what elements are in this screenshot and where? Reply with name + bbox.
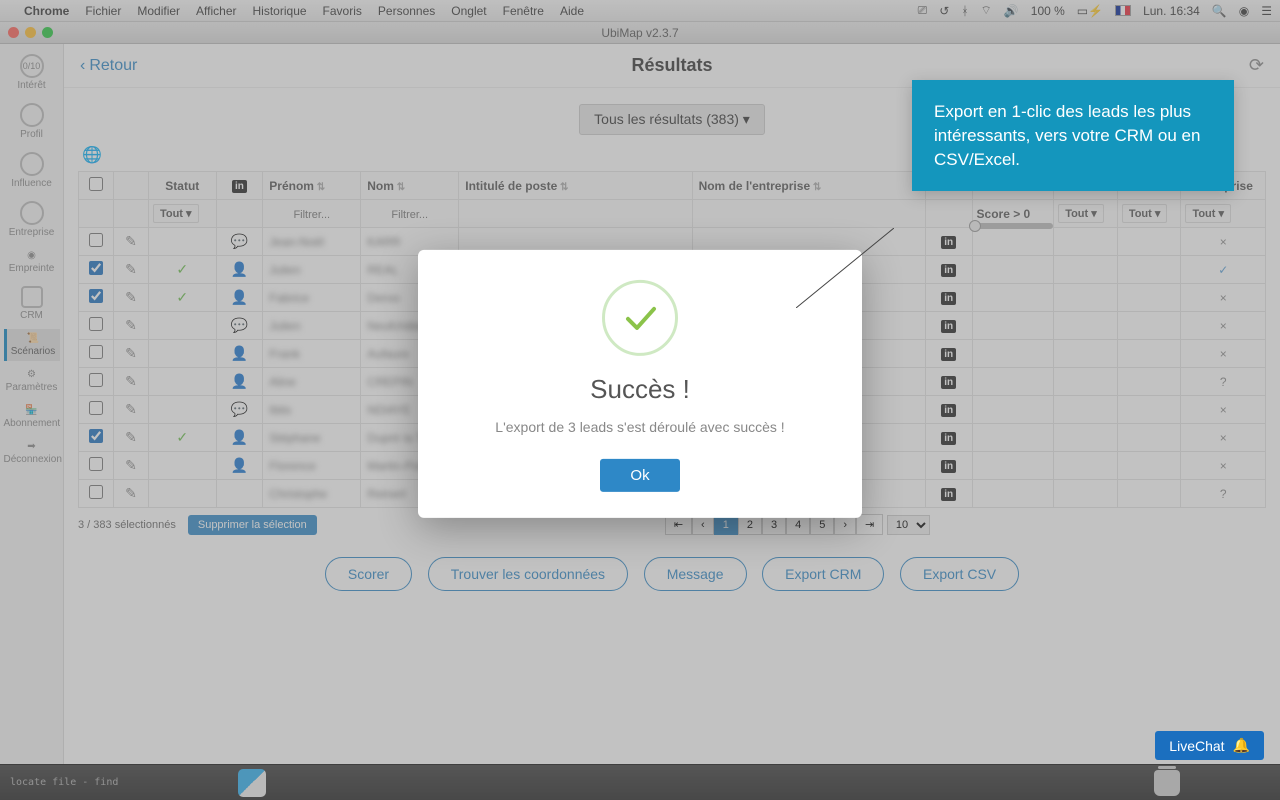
livechat-button[interactable]: LiveChat 🔔 — [1155, 731, 1264, 760]
bell-icon: 🔔 — [1233, 737, 1250, 754]
modal-title: Succès ! — [442, 374, 838, 405]
modal-body: L'export de 3 leads s'est déroulé avec s… — [442, 419, 838, 435]
modal-ok-button[interactable]: Ok — [600, 459, 679, 492]
success-check-icon — [602, 280, 678, 356]
callout-connector — [796, 228, 894, 308]
export-callout: Export en 1-clic des leads les plus inté… — [912, 80, 1234, 191]
